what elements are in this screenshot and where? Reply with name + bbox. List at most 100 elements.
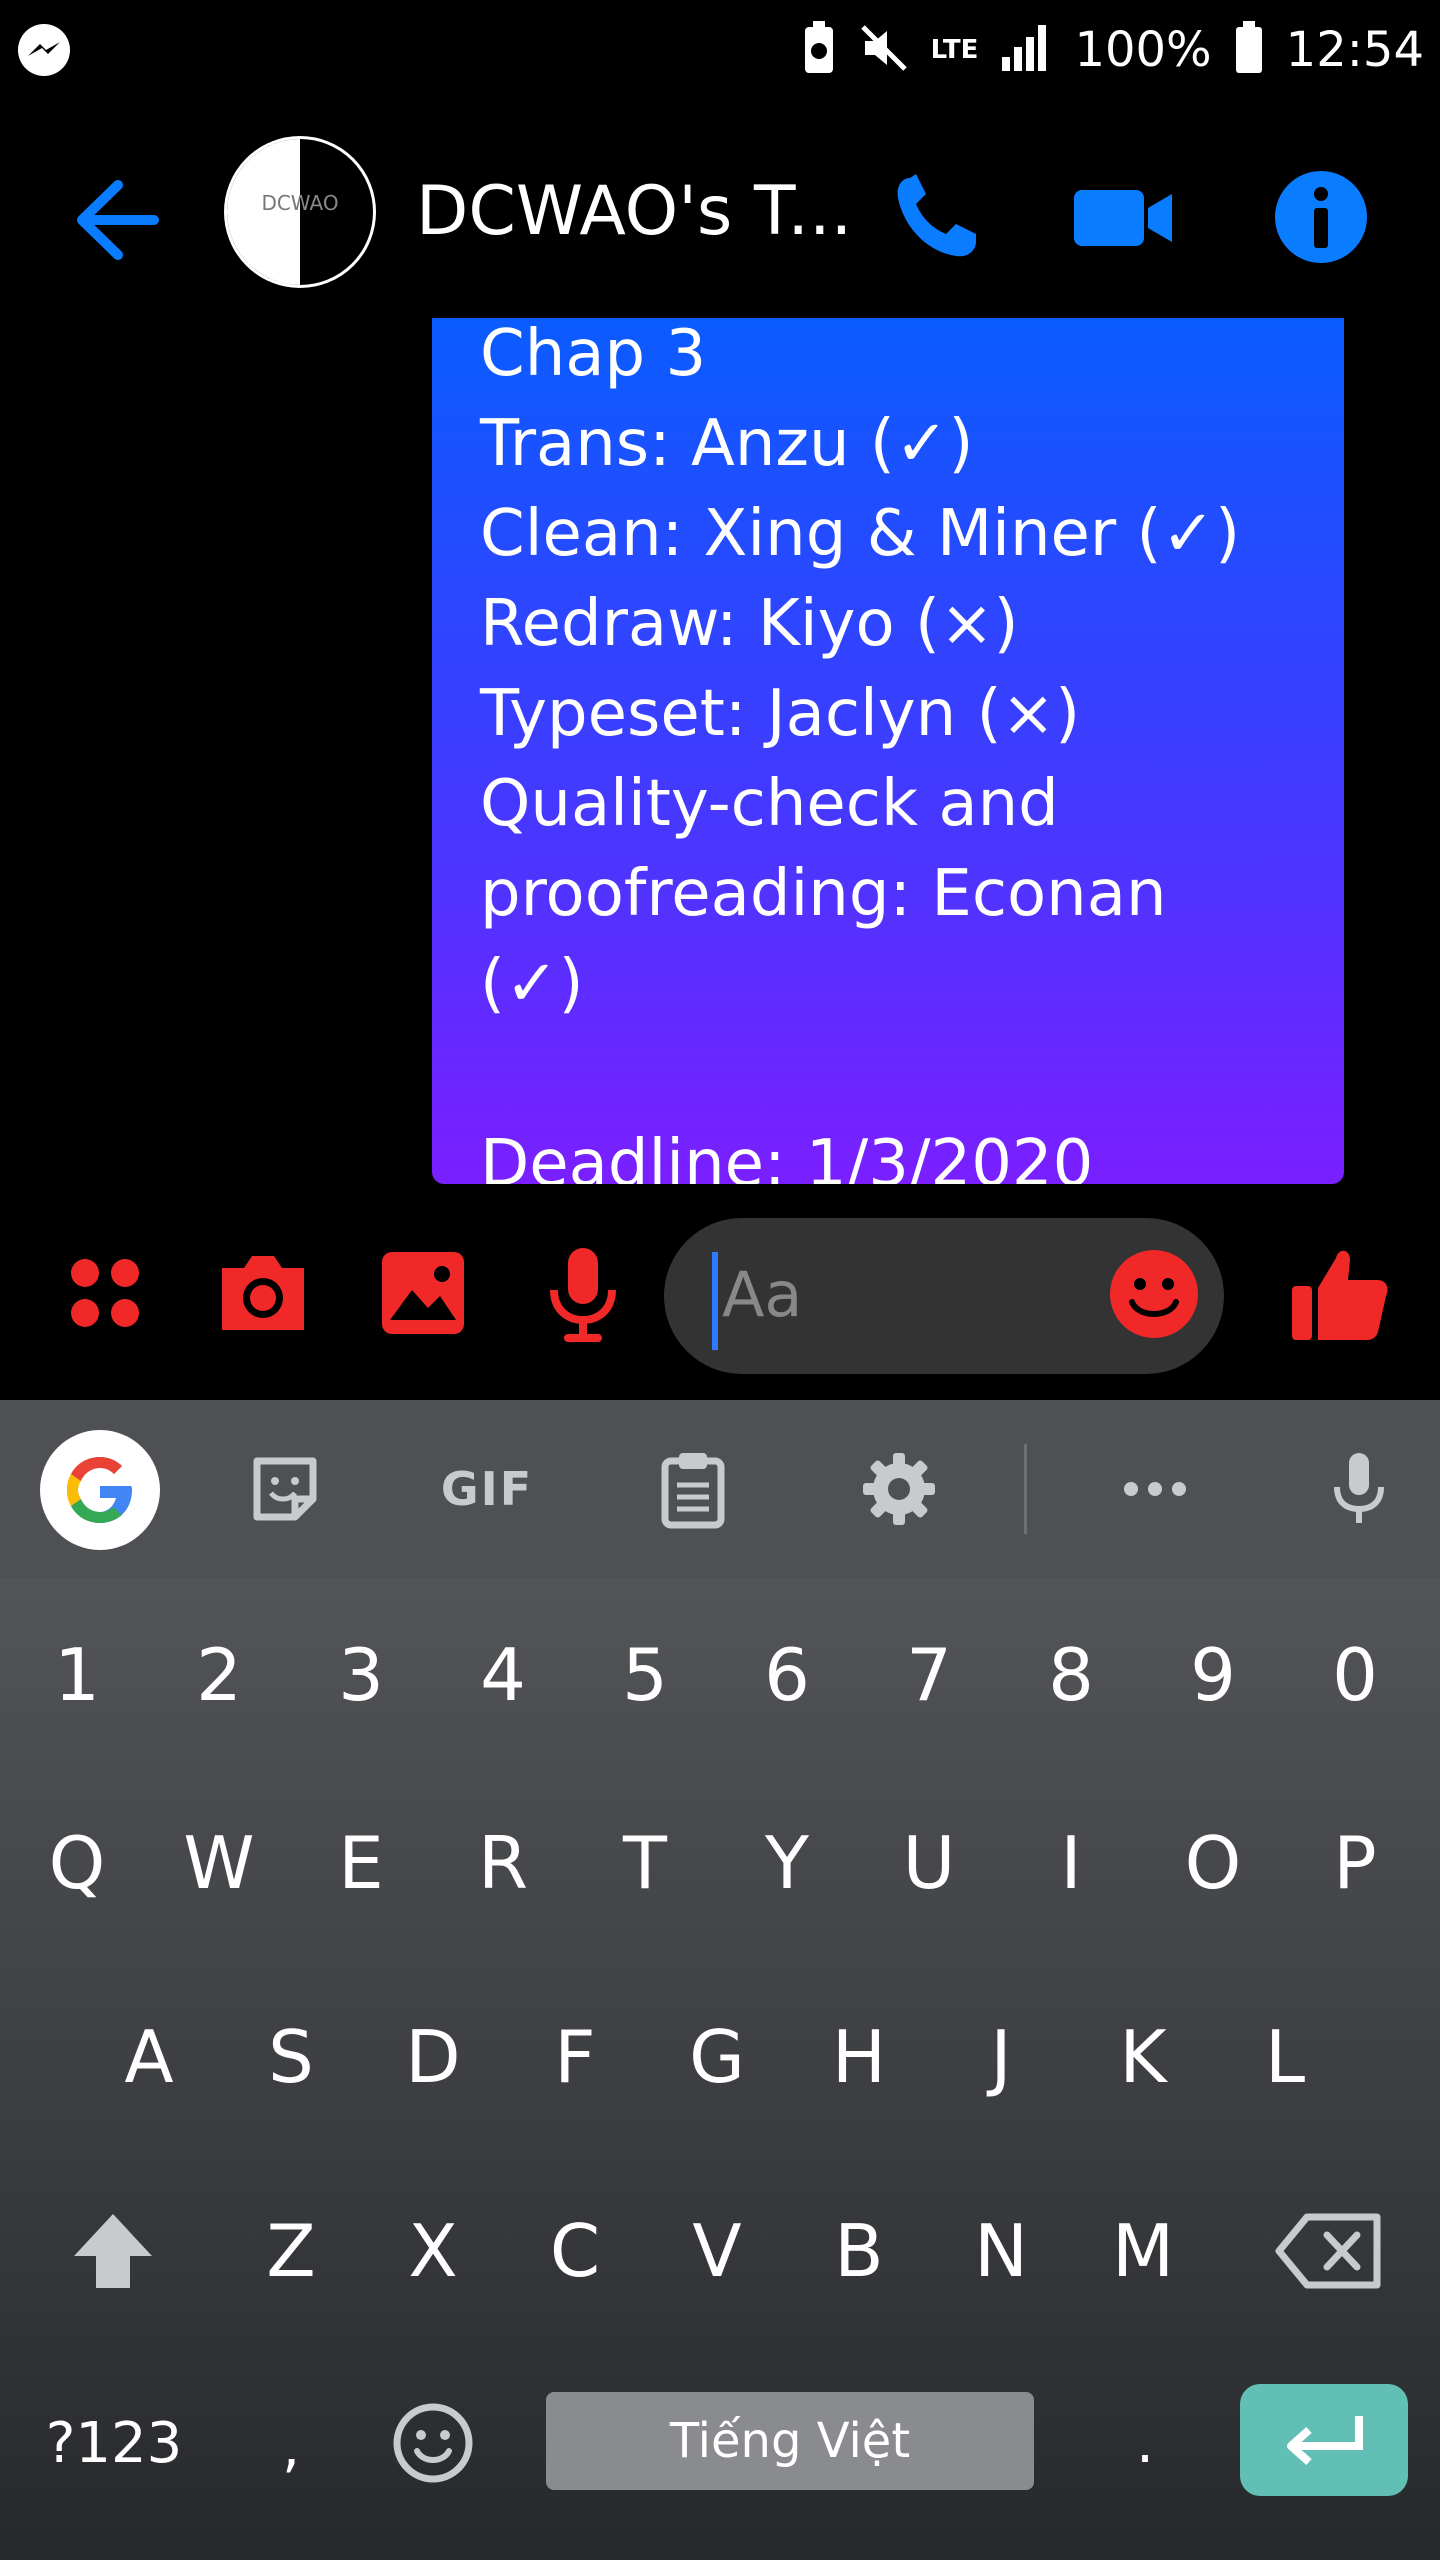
message-line: proofreading: Econan [480,857,1167,931]
message-input[interactable]: Aa [664,1218,1224,1374]
google-button[interactable] [40,1430,160,1550]
shift-key[interactable] [58,2176,168,2326]
key-2[interactable]: 2 [164,1600,274,1750]
enter-arrow-icon [1287,2416,1363,2465]
key-g[interactable]: G [662,1982,772,2132]
message-line: Deadline: 1/3/2020 [480,1127,1094,1184]
message-line: Clean: Xing & Miner (✓) [480,497,1241,571]
message-line: Quality-check and [480,767,1059,841]
signal-icon [1000,23,1052,77]
smiley-icon [1110,1250,1198,1338]
gallery-button[interactable] [368,1238,478,1348]
key-p[interactable]: P [1300,1788,1410,1938]
key-4[interactable]: 4 [448,1600,558,1750]
message-line: Chap 3 [480,318,707,391]
google-g-icon [67,1457,132,1523]
symbols-key[interactable]: ?123 [44,2368,184,2518]
key-m[interactable]: M [1088,2176,1198,2326]
sticker-button[interactable] [230,1434,340,1544]
key-x[interactable]: X [378,2176,488,2326]
settings-button[interactable] [844,1434,954,1544]
key-6[interactable]: 6 [732,1600,842,1750]
voice-call-button[interactable] [880,162,990,272]
key-8[interactable]: 8 [1016,1600,1126,1750]
emoji-key[interactable] [378,2368,488,2518]
key-a[interactable]: A [94,1982,204,2132]
sticker-icon [253,1457,317,1521]
key-v[interactable]: V [662,2176,772,2326]
more-options-button[interactable] [1100,1434,1210,1544]
key-h[interactable]: H [804,1982,914,2132]
like-button[interactable] [1284,1238,1394,1348]
voice-message-button[interactable] [528,1238,638,1348]
smiley-icon [393,2403,473,2483]
avatar-text: DCWAO [261,191,339,215]
text-caret [712,1252,718,1350]
conversation-title[interactable]: DCWAO's T... [416,172,852,251]
back-arrow-icon [77,180,159,260]
space-key[interactable]: Tiếng Việt [546,2392,1034,2490]
image-icon [382,1252,464,1334]
key-u[interactable]: U [874,1788,984,1938]
clipboard-icon [661,1453,725,1529]
message-input-placeholder: Aa [722,1258,803,1331]
message-bubble[interactable]: Chap 3 Trans: Anzu (✓) Clean: Xing & Min… [432,318,1344,1184]
info-button[interactable] [1266,162,1376,272]
key-c[interactable]: C [520,2176,630,2326]
voice-typing-button[interactable] [1304,1434,1414,1544]
message-line: Trans: Anzu (✓) [480,407,974,481]
soft-keyboard: G I F 1 2 3 4 5 6 7 8 9 0 Q W E R T Y U I … [0,1400,1440,2560]
network-type: LTE [930,35,979,65]
emoji-button[interactable] [1106,1246,1202,1342]
key-b[interactable]: B [804,2176,914,2326]
status-bar: LTE 100% 12:54 [0,0,1440,100]
key-f[interactable]: F [520,1982,630,2132]
gear-icon [863,1453,935,1525]
clock: 12:54 [1285,22,1424,78]
key-1[interactable]: 1 [22,1600,132,1750]
key-r[interactable]: R [448,1788,558,1938]
key-q[interactable]: Q [22,1788,132,1938]
gif-label: GIF [440,1462,534,1516]
clipboard-button[interactable] [638,1434,748,1544]
message-line: Typeset: Jaclyn (×) [480,677,1081,751]
period-key[interactable]: . [1090,2368,1200,2518]
video-call-button[interactable] [1068,162,1178,272]
key-o[interactable]: O [1158,1788,1268,1938]
camera-button[interactable] [208,1238,318,1348]
key-i[interactable]: I [1016,1788,1126,1938]
mute-icon [859,23,909,77]
key-w[interactable]: W [164,1788,274,1938]
key-l[interactable]: L [1230,1982,1340,2132]
back-button[interactable] [60,165,170,275]
keyboard-toolbar: GIF [0,1400,1440,1578]
grid-dots-icon [71,1259,139,1327]
key-7[interactable]: 7 [874,1600,984,1750]
key-0[interactable]: 0 [1300,1600,1410,1750]
gif-button[interactable]: GIF [432,1434,542,1544]
key-3[interactable]: 3 [306,1600,416,1750]
message-line: Redraw: Kiyo (×) [480,587,1019,661]
backspace-key[interactable] [1268,2176,1392,2326]
key-t[interactable]: T [590,1788,700,1938]
enter-key[interactable] [1240,2384,1408,2496]
messenger-notification-icon [16,22,72,78]
key-z[interactable]: Z [236,2176,346,2326]
microphone-icon [1334,1453,1384,1523]
comma-key[interactable]: , [236,2372,346,2522]
key-j[interactable]: J [946,1982,1056,2132]
key-y[interactable]: Y [732,1788,842,1938]
key-9[interactable]: 9 [1158,1600,1268,1750]
phone-icon [897,174,976,257]
key-k[interactable]: K [1088,1982,1198,2132]
more-actions-button[interactable] [50,1238,160,1348]
video-camera-icon [1074,190,1172,246]
key-e[interactable]: E [306,1788,416,1938]
key-d[interactable]: D [378,1982,488,2132]
conversation-header: DCWAO DCWAO's T... [0,120,1440,300]
key-5[interactable]: 5 [590,1600,700,1750]
avatar[interactable]: DCWAO [224,136,376,288]
key-s[interactable]: S [236,1982,346,2132]
key-n[interactable]: N [946,2176,1056,2326]
more-dots-icon [1124,1482,1186,1496]
